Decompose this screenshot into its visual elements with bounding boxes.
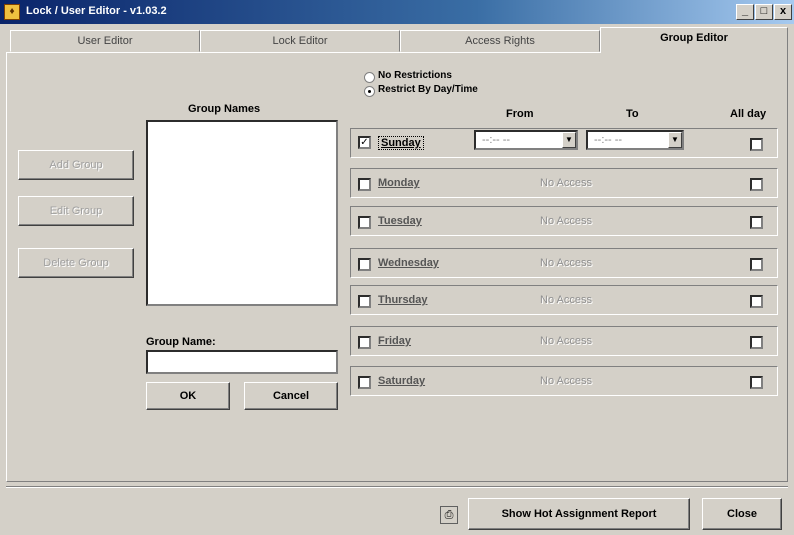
add-group-button[interactable]: Add Group [18, 150, 134, 180]
saturday-label: Saturday [378, 375, 426, 387]
thursday-label: Thursday [378, 294, 428, 306]
delete-group-button[interactable]: Delete Group [18, 248, 134, 278]
from-header: From [506, 108, 534, 120]
thursday-all-day-checkbox[interactable] [750, 295, 763, 308]
close-button[interactable]: Close [702, 498, 782, 530]
to-header: To [626, 108, 639, 120]
group-name-field[interactable] [146, 350, 338, 374]
tab-lock-editor[interactable]: Lock Editor [200, 30, 400, 52]
friday-label: Friday [378, 335, 412, 347]
thursday-checkbox[interactable] [358, 295, 371, 308]
tuesday-status: No Access [540, 215, 592, 227]
ok-button[interactable]: OK [146, 382, 230, 410]
thursday-status: No Access [540, 294, 592, 306]
wednesday-label: Wednesday [378, 257, 439, 269]
friday-checkbox[interactable] [358, 336, 371, 349]
show-report-button[interactable]: Show Hot Assignment Report [468, 498, 690, 530]
sunday-all-day-checkbox[interactable] [750, 138, 763, 151]
chevron-down-icon: ▼ [562, 132, 576, 148]
no-restrictions-radio[interactable] [364, 72, 375, 83]
sunday-label: Sunday [378, 136, 424, 150]
tuesday-checkbox[interactable] [358, 216, 371, 229]
group-names-label: Group Names [188, 103, 261, 115]
sunday-to-select[interactable]: --:-- -- ▼ [586, 130, 684, 150]
tuesday-label: Tuesday [378, 215, 422, 227]
title-bar: ♦ Lock / User Editor - v1.03.2 [0, 0, 794, 24]
edit-group-button[interactable]: Edit Group [18, 196, 134, 226]
monday-checkbox[interactable] [358, 178, 371, 191]
tab-group-editor[interactable]: Group Editor [600, 27, 788, 53]
monday-label: Monday [378, 177, 420, 189]
friday-all-day-checkbox[interactable] [750, 336, 763, 349]
sunday-checkbox[interactable]: ✓ [358, 136, 371, 149]
minimize-button[interactable]: _ [736, 4, 754, 20]
monday-status: No Access [540, 177, 592, 189]
saturday-all-day-checkbox[interactable] [750, 376, 763, 389]
group-name-label: Group Name: [146, 336, 216, 348]
sunday-from-value: --:-- -- [482, 134, 511, 146]
chevron-down-icon: ▼ [668, 132, 682, 148]
tab-access-rights[interactable]: Access Rights [400, 30, 600, 52]
monday-all-day-checkbox[interactable] [750, 178, 763, 191]
wednesday-status: No Access [540, 257, 592, 269]
wednesday-checkbox[interactable] [358, 258, 371, 271]
no-restrictions-label: No Restrictions [378, 70, 452, 81]
group-names-list[interactable] [146, 120, 338, 306]
printer-icon[interactable]: ⎙ [440, 506, 458, 524]
close-window-button[interactable]: x [774, 4, 792, 20]
restrict-by-day-label: Restrict By Day/Time [378, 84, 478, 95]
restrict-by-day-radio[interactable] [364, 86, 375, 97]
friday-status: No Access [540, 335, 592, 347]
sunday-to-value: --:-- -- [594, 134, 623, 146]
app-icon: ♦ [4, 4, 20, 20]
saturday-status: No Access [540, 375, 592, 387]
tab-user-editor[interactable]: User Editor [10, 30, 200, 52]
tuesday-all-day-checkbox[interactable] [750, 216, 763, 229]
sunday-from-select[interactable]: --:-- -- ▼ [474, 130, 578, 150]
maximize-button[interactable]: □ [755, 4, 773, 20]
saturday-checkbox[interactable] [358, 376, 371, 389]
all-day-header: All day [730, 108, 767, 120]
cancel-button[interactable]: Cancel [244, 382, 338, 410]
footer-separator [6, 486, 788, 488]
window-title: Lock / User Editor - v1.03.2 [26, 5, 167, 17]
wednesday-all-day-checkbox[interactable] [750, 258, 763, 271]
